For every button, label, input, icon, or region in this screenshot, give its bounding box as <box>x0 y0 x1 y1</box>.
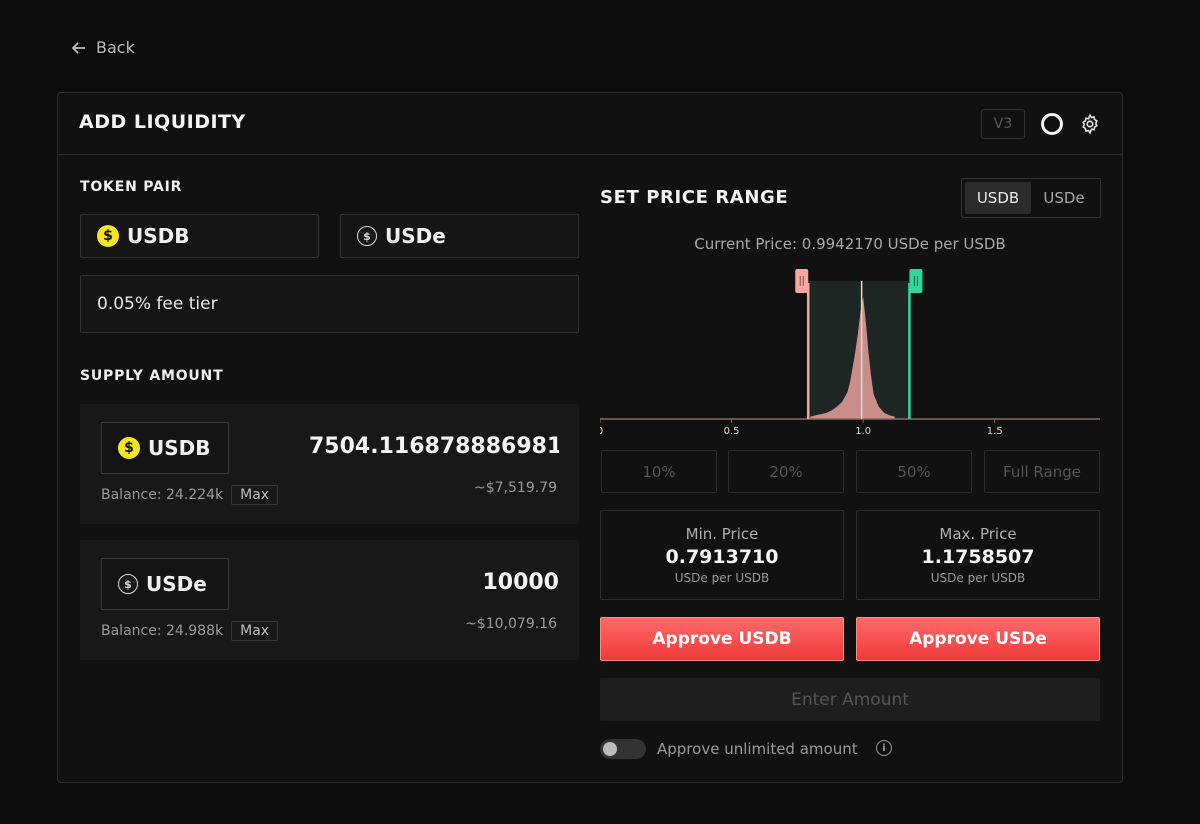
balance: Balance: 24.224k Max <box>101 485 279 505</box>
min-range-handle <box>795 269 809 293</box>
toggle-usde[interactable]: USDe <box>1031 182 1097 214</box>
price-range-title: SET PRICE RANGE <box>600 187 789 208</box>
gear-icon[interactable] <box>1079 113 1101 135</box>
max-price-unit: USDe per USDB <box>930 571 1026 585</box>
add-liquidity-panel: ADD LIQUIDITY V3 TOKEN PAIR $ USDB $ USD… <box>57 92 1123 783</box>
supply-token-label: USDe <box>146 572 207 596</box>
usd-value: ~$7,519.79 <box>474 480 557 496</box>
amount-input-usde[interactable]: 10000 <box>309 570 559 595</box>
amount-input-usdb[interactable]: 7504.116878886981 <box>309 434 559 459</box>
approve-usdb-button[interactable]: Approve USDB <box>600 617 844 661</box>
token-b-select[interactable]: $ USDe <box>340 214 579 258</box>
usdb-coin-icon: $ <box>118 437 140 459</box>
max-range-handle <box>909 269 923 293</box>
supply-card-usdb: $ USDB 7504.116878886981 ~$7,519.79 Bala… <box>80 404 579 524</box>
preset-20-button[interactable]: 20% <box>728 450 844 493</box>
unlimited-approval-toggle[interactable] <box>600 739 646 759</box>
usd-value: ~$10,079.16 <box>465 616 557 632</box>
max-price-value: 1.1758507 <box>921 546 1035 568</box>
max-price-card[interactable]: Max. Price 1.1758507 USDe per USDB <box>856 510 1100 600</box>
fee-tier-select[interactable]: 0.05% fee tier <box>80 275 579 333</box>
supply-token-usde[interactable]: $ USDe <box>101 558 229 610</box>
supply-amount-label: SUPPLY AMOUNT <box>80 368 224 384</box>
max-button[interactable]: Max <box>231 621 279 641</box>
back-link[interactable]: Back <box>70 38 135 57</box>
token-a-select[interactable]: $ USDB <box>80 214 319 258</box>
token-a-label: USDB <box>127 224 190 248</box>
info-icon[interactable]: i <box>876 740 892 756</box>
token-pair-label: TOKEN PAIR <box>80 179 183 195</box>
min-price-label: Min. Price <box>685 525 759 543</box>
token-b-label: USDe <box>385 224 446 248</box>
balance-label: Balance: 24.988k <box>101 623 224 639</box>
preset-full-range-button[interactable]: Full Range <box>984 450 1100 493</box>
supply-card-usde: $ USDe 10000 ~$10,079.16 Balance: 24.988… <box>80 540 579 660</box>
toggle-knob <box>603 742 617 756</box>
approve-usde-button[interactable]: Approve USDe <box>856 617 1100 661</box>
max-button[interactable]: Max <box>231 485 279 505</box>
x-tick-label: 1.5 <box>987 426 1003 437</box>
usdb-coin-icon: $ <box>97 225 119 247</box>
page-title: ADD LIQUIDITY <box>79 111 246 133</box>
back-label: Back <box>96 38 135 57</box>
loader-icon <box>1041 113 1063 135</box>
preset-50-button[interactable]: 50% <box>856 450 972 493</box>
x-tick-label: 0.5 <box>724 426 740 437</box>
supply-token-label: USDB <box>148 436 211 460</box>
min-price-unit: USDe per USDB <box>674 571 770 585</box>
x-tick-label: 1.0 <box>855 426 871 437</box>
min-price-value: 0.7913710 <box>665 546 779 568</box>
liquidity-chart: 0 0.5 1.0 1.5 <box>600 269 1100 437</box>
max-price-label: Max. Price <box>939 525 1017 543</box>
base-token-toggle: USDB USDe <box>961 178 1101 218</box>
usde-coin-icon: $ <box>357 226 377 246</box>
min-price-card[interactable]: Min. Price 0.7913710 USDe per USDB <box>600 510 844 600</box>
fee-tier-label: 0.05% fee tier <box>97 294 218 314</box>
current-price: Current Price: 0.9942170 USDe per USDB <box>694 235 1006 253</box>
unlimited-approval-label: Approve unlimited amount <box>657 740 858 758</box>
balance-label: Balance: 24.224k <box>101 487 224 503</box>
toggle-usdb[interactable]: USDB <box>965 182 1031 214</box>
supply-token-usdb[interactable]: $ USDB <box>101 422 229 474</box>
version-badge: V3 <box>981 109 1025 139</box>
enter-amount-button: Enter Amount <box>600 678 1100 721</box>
preset-10-button[interactable]: 10% <box>601 450 717 493</box>
usde-coin-icon: $ <box>118 574 138 594</box>
x-tick-label: 0 <box>600 426 603 437</box>
balance: Balance: 24.988k Max <box>101 621 279 641</box>
arrow-left-icon <box>71 41 85 54</box>
panel-header: ADD LIQUIDITY V3 <box>58 93 1122 155</box>
